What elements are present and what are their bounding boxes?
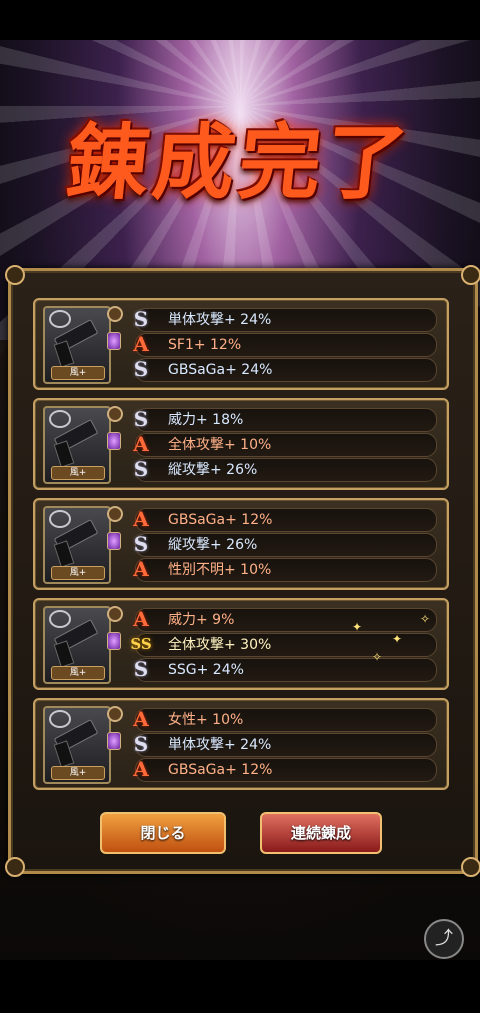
rank-s-icon: S (133, 357, 149, 381)
ability-row: S GBSaGa+ 24% (134, 358, 437, 382)
gun-icon[interactable]: 風+ (43, 606, 111, 684)
gun-icon[interactable]: 風+ (43, 406, 111, 484)
rank-a-icon: A (133, 557, 149, 581)
slot-ring-icon (107, 606, 123, 622)
chain-icon (49, 410, 71, 428)
ability-row: A GBSaGa+ 12% (133, 508, 437, 532)
rank-a-icon: A (133, 332, 149, 356)
chain-icon (49, 510, 71, 528)
panel-corner-ornament (5, 265, 25, 285)
ability-label: 全体攻撃+ 10% (168, 437, 272, 453)
ability-row: A 全体攻撃+ 10% (133, 433, 437, 457)
gem-icon (107, 532, 121, 550)
rank-s-icon: S (133, 457, 149, 481)
result-card: 風+ S 単体攻撃+ 24% A SF1+ 12% S GBSaGa+ 24% (33, 298, 449, 390)
rank-s-icon: S (133, 307, 149, 331)
sparkle-icon: ✦ (352, 620, 363, 634)
slot-ring-icon (107, 306, 123, 322)
ability-label: GBSaGa+ 12% (168, 512, 273, 528)
sparkle-icon: ✦ (392, 632, 403, 646)
gem-icon (107, 432, 121, 450)
gem-icon (107, 332, 121, 350)
ability-label: 縦攻撃+ 26% (168, 537, 258, 553)
ability-label: 威力+ 9% (168, 612, 235, 628)
ability-row: S 単体攻撃+ 24% (134, 733, 437, 757)
ability-row: A SF1+ 12% (133, 333, 437, 357)
weapon-element-tag: 風+ (51, 566, 105, 580)
ability-label: 全体攻撃+ 30% (168, 637, 272, 653)
close-button[interactable]: 閉じる (100, 812, 226, 854)
ability-label: 縦攻撃+ 26% (168, 462, 258, 478)
panel-corner-ornament (461, 857, 480, 877)
ability-row: S 縦攻撃+ 26% (134, 458, 437, 482)
slot-ring-icon (107, 406, 123, 422)
weapon-element-tag: 風+ (51, 466, 105, 480)
ability-label: SF1+ 12% (168, 337, 242, 353)
ability-row: A GBSaGa+ 12% (133, 758, 437, 782)
result-card: 風+ A 威力+ 9% SS 全体攻撃+ 30% S SSG+ 24% (33, 598, 449, 690)
sparkle-icon: ✧ (372, 650, 383, 664)
result-card: 風+ A GBSaGa+ 12% S 縦攻撃+ 26% A 性別不明+ 10% (33, 498, 449, 590)
panel-corner-ornament (5, 857, 25, 877)
rank-ss-icon: SS (130, 635, 152, 653)
result-title: 錬成完了 (62, 115, 417, 211)
gun-icon[interactable]: 風+ (43, 306, 111, 384)
ability-label: SSG+ 24% (168, 662, 244, 678)
result-card: 風+ A 女性+ 10% S 単体攻撃+ 24% A GBSaGa+ 12% (33, 698, 449, 790)
slot-ring-icon (107, 506, 123, 522)
rank-s-icon: S (133, 532, 149, 556)
gem-icon (107, 632, 121, 650)
gem-icon (107, 732, 121, 750)
chain-icon (49, 710, 71, 728)
continue-transmute-button[interactable]: 連続錬成 (260, 812, 382, 854)
sparkle-icon: ✧ (420, 612, 431, 626)
ability-label: 威力+ 18% (168, 412, 244, 428)
panel-corner-ornament (461, 265, 480, 285)
ability-row: S 威力+ 18% (134, 408, 437, 432)
ability-row: A 威力+ 9% (133, 608, 437, 632)
ability-label: 単体攻撃+ 24% (168, 737, 272, 753)
rank-a-icon: A (133, 432, 149, 456)
ability-row: S 縦攻撃+ 26% (134, 533, 437, 557)
ability-label: 女性+ 10% (168, 712, 244, 728)
rank-a-icon: A (133, 707, 149, 731)
gun-icon[interactable]: 風+ (43, 706, 111, 784)
ability-row: A 性別不明+ 10% (133, 558, 437, 582)
ability-row: A 女性+ 10% (133, 708, 437, 732)
ability-row: S SSG+ 24% (134, 658, 437, 682)
ability-label: GBSaGa+ 12% (168, 762, 273, 778)
ability-label: GBSaGa+ 24% (168, 362, 273, 378)
chain-icon (49, 310, 71, 328)
result-card: 風+ S 威力+ 18% A 全体攻撃+ 10% S 縦攻撃+ 26% (33, 398, 449, 490)
ability-row: S 単体攻撃+ 24% (134, 308, 437, 332)
slot-ring-icon (107, 706, 123, 722)
share-icon[interactable]: ⤴ (424, 919, 464, 959)
ability-label: 単体攻撃+ 24% (168, 312, 272, 328)
rank-s-icon: S (133, 732, 149, 756)
chain-icon (49, 610, 71, 628)
gun-icon[interactable]: 風+ (43, 506, 111, 584)
rank-s-icon: S (133, 657, 149, 681)
rank-a-icon: A (133, 507, 149, 531)
weapon-element-tag: 風+ (51, 766, 105, 780)
ability-label: 性別不明+ 10% (168, 562, 272, 578)
rank-s-icon: S (133, 407, 149, 431)
weapon-element-tag: 風+ (51, 366, 105, 380)
rank-a-icon: A (133, 757, 149, 781)
rank-a-icon: A (133, 607, 149, 631)
weapon-element-tag: 風+ (51, 666, 105, 680)
